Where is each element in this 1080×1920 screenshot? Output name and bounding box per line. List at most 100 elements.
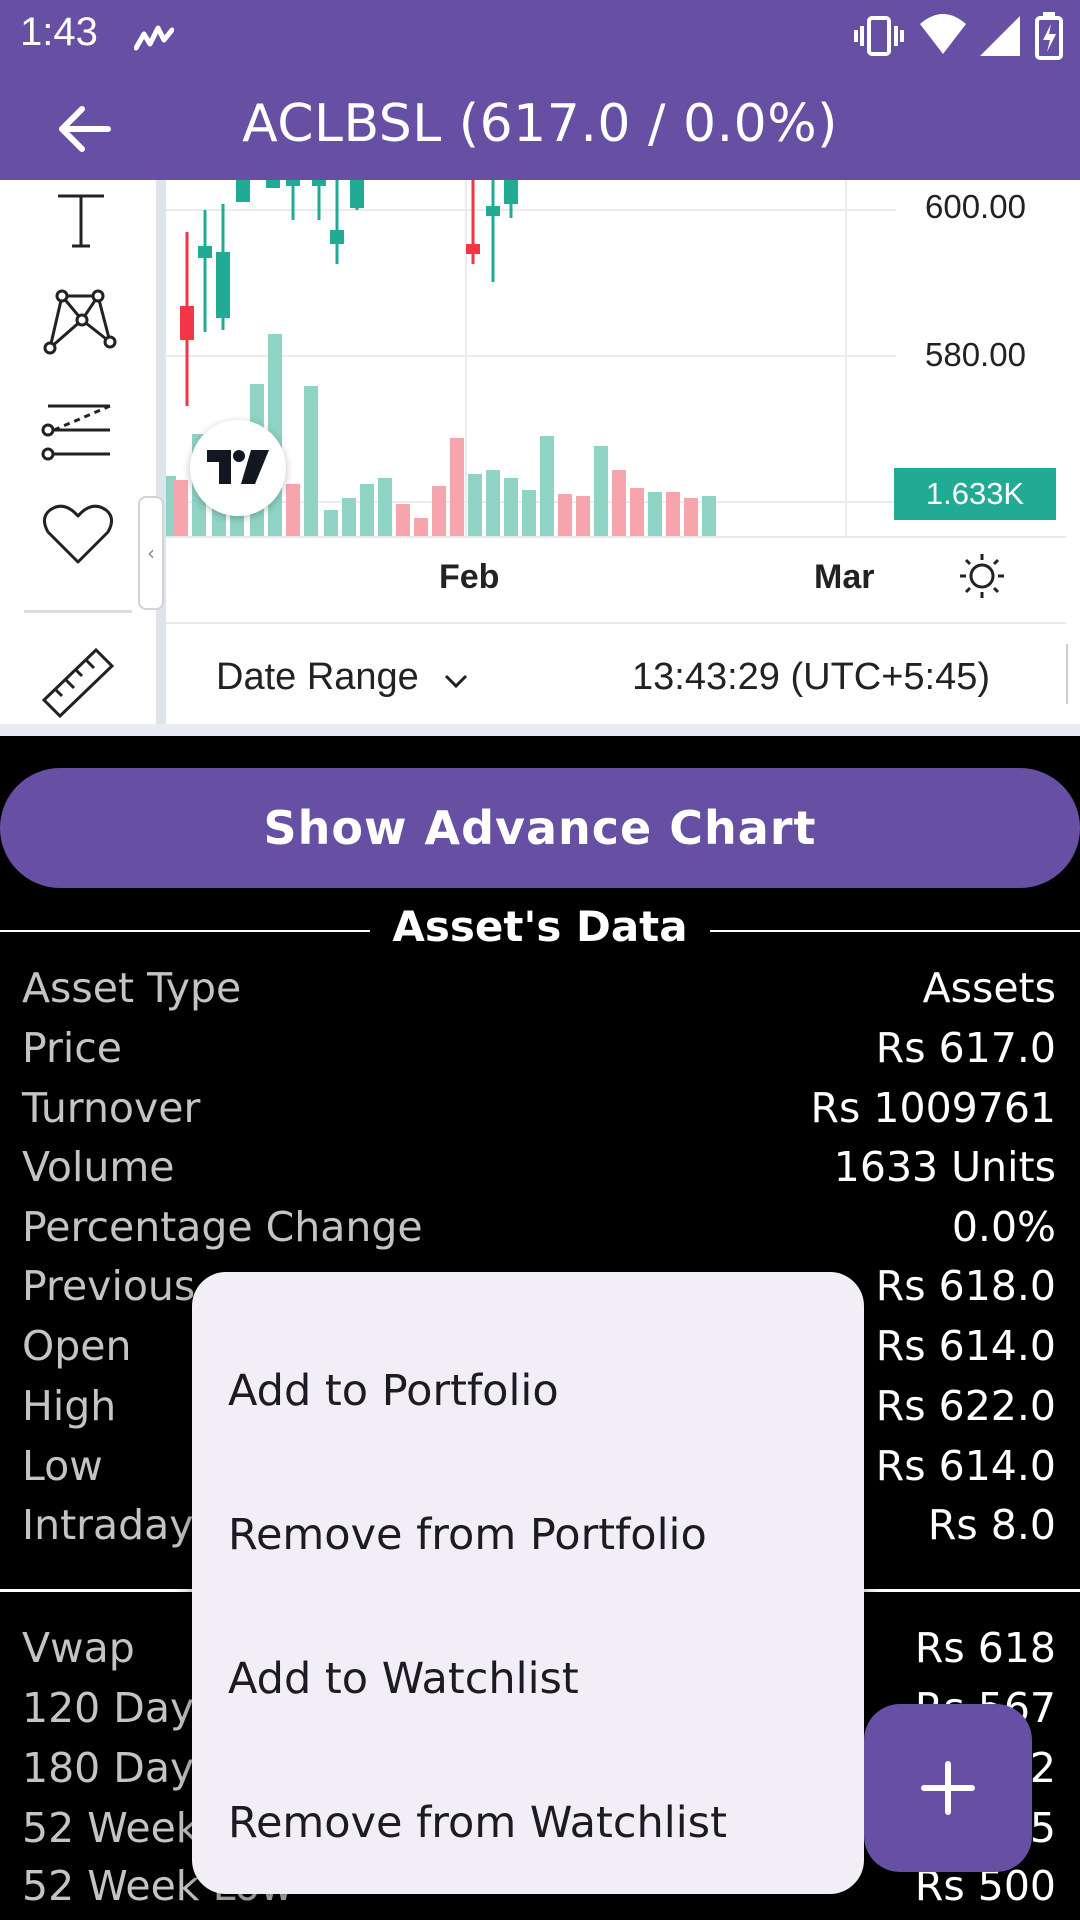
volume-bar [666, 492, 680, 536]
volume-bar [342, 498, 356, 536]
volume-badge: 1.633K [894, 468, 1056, 520]
volume-bar [378, 478, 392, 536]
volume-bar [304, 386, 318, 536]
chevron-down-icon [445, 674, 468, 689]
price-label: 600.00 [925, 188, 1026, 225]
heart-icon[interactable] [40, 502, 116, 568]
date-range-label: Date Range [216, 656, 419, 698]
row-value: Rs 8.0 [927, 1501, 1056, 1549]
fib-lines-icon[interactable] [40, 398, 116, 464]
volume-bar [486, 470, 500, 536]
status-bar: 1:43 [0, 0, 1080, 76]
menu-item-add-portfolio[interactable]: Add to Portfolio [228, 1366, 559, 1416]
row-value: 2 [1029, 1744, 1056, 1792]
time-tick: Mar [814, 558, 875, 596]
candle-body [216, 252, 230, 318]
row-value: Rs 622.0 [875, 1382, 1056, 1430]
battery-icon [1035, 12, 1063, 60]
volume-bar [468, 474, 482, 536]
section-title: Asset's Data [0, 902, 1080, 951]
row-label: Price [22, 1024, 123, 1072]
row-label: Low [22, 1442, 103, 1490]
drawing-toolbar [0, 180, 158, 724]
text-icon[interactable] [52, 190, 110, 250]
volume-bar [558, 494, 572, 536]
volume-bar [414, 518, 428, 536]
time-tick: Feb [439, 558, 500, 596]
candle-body [180, 306, 194, 340]
toolbar-divider [24, 610, 132, 613]
menu-item-remove-watchlist[interactable]: Remove from Watchlist [228, 1798, 727, 1848]
row-value: Rs 1009761 [810, 1084, 1056, 1132]
volume-bar [702, 496, 716, 536]
row-label: Percentage Change [22, 1203, 423, 1251]
add-fab-button[interactable] [864, 1704, 1032, 1872]
candle-body [236, 180, 250, 202]
row-label: Previous [22, 1262, 196, 1310]
pattern-icon[interactable] [40, 286, 120, 356]
app-bar: ACLBSL (617.0 / 0.0%) [0, 76, 1080, 180]
collapse-toolbar-button[interactable]: ‹ [138, 496, 164, 610]
menu-item-remove-portfolio[interactable]: Remove from Portfolio [228, 1510, 707, 1560]
row-label: Turnover [22, 1084, 201, 1132]
row-value: Rs 614.0 [875, 1322, 1056, 1370]
candle-body [350, 180, 364, 208]
row-value: Assets [922, 964, 1056, 1012]
volume-bar [396, 504, 410, 536]
volume-bar [450, 438, 464, 536]
volume-bar [286, 484, 300, 536]
activity-icon [134, 25, 174, 51]
row-label: Vwap [22, 1624, 135, 1672]
volume-bar [360, 484, 374, 536]
row-label: Asset Type [22, 964, 242, 1012]
theme-toggle-icon[interactable] [958, 552, 1006, 600]
row-value: Rs 618 [914, 1624, 1056, 1672]
date-range-dropdown[interactable]: Date Range [216, 656, 469, 699]
volume-bar [594, 446, 608, 536]
chart-widget: ‹ 600.00 580.00 1.633K Feb Mar Date Rang… [0, 180, 1080, 736]
menu-item-add-watchlist[interactable]: Add to Watchlist [228, 1654, 579, 1704]
page-title: ACLBSL (617.0 / 0.0%) [242, 94, 838, 154]
volume-bar [504, 478, 518, 536]
time-axis: Feb Mar [166, 536, 1066, 622]
candles [180, 180, 518, 406]
volume-bar [432, 486, 446, 536]
row-value: Rs 617.0 [875, 1024, 1056, 1072]
candle-body [330, 230, 344, 244]
vibrate-icon [854, 16, 904, 56]
volume-bar [576, 496, 590, 536]
tradingview-logo[interactable] [190, 420, 286, 516]
row-label: Open [22, 1322, 132, 1370]
candle-body [286, 180, 300, 186]
row-value: 5 [1029, 1804, 1056, 1852]
cell-signal-icon [980, 16, 1020, 56]
status-time: 1:43 [20, 10, 98, 54]
show-advance-chart-button[interactable]: Show Advance Chart [0, 768, 1080, 888]
section-title-text: Asset's Data [370, 902, 710, 951]
candle-body [466, 244, 480, 254]
row-label: 120 Day [22, 1684, 195, 1732]
actions-menu: Add to Portfolio Remove from Portfolio A… [192, 1272, 864, 1894]
row-value: Rs 614.0 [875, 1442, 1056, 1490]
volume-bar [648, 492, 662, 536]
wifi-icon [920, 14, 966, 54]
row-value: 0.0% [951, 1203, 1056, 1251]
price-label: 580.00 [925, 336, 1026, 373]
row-label: 52 Week [22, 1804, 200, 1852]
tradingview-logo-icon [207, 450, 269, 484]
plus-icon [921, 1761, 975, 1815]
volume-bar [324, 510, 338, 536]
row-label: Volume [22, 1143, 175, 1191]
toolbar-border [156, 180, 166, 724]
volume-bar [522, 490, 536, 536]
footer-divider [1066, 644, 1068, 704]
candle-body [266, 180, 280, 188]
chart-clock: 13:43:29 (UTC+5:45) [632, 656, 991, 698]
row-label: Intraday [22, 1501, 194, 1549]
volume-bar [540, 436, 554, 536]
row-label: High [22, 1382, 117, 1430]
ruler-icon[interactable] [40, 646, 116, 720]
candle-body [504, 180, 518, 204]
row-value: Rs 618.0 [875, 1262, 1056, 1310]
volume-bar [684, 498, 698, 536]
